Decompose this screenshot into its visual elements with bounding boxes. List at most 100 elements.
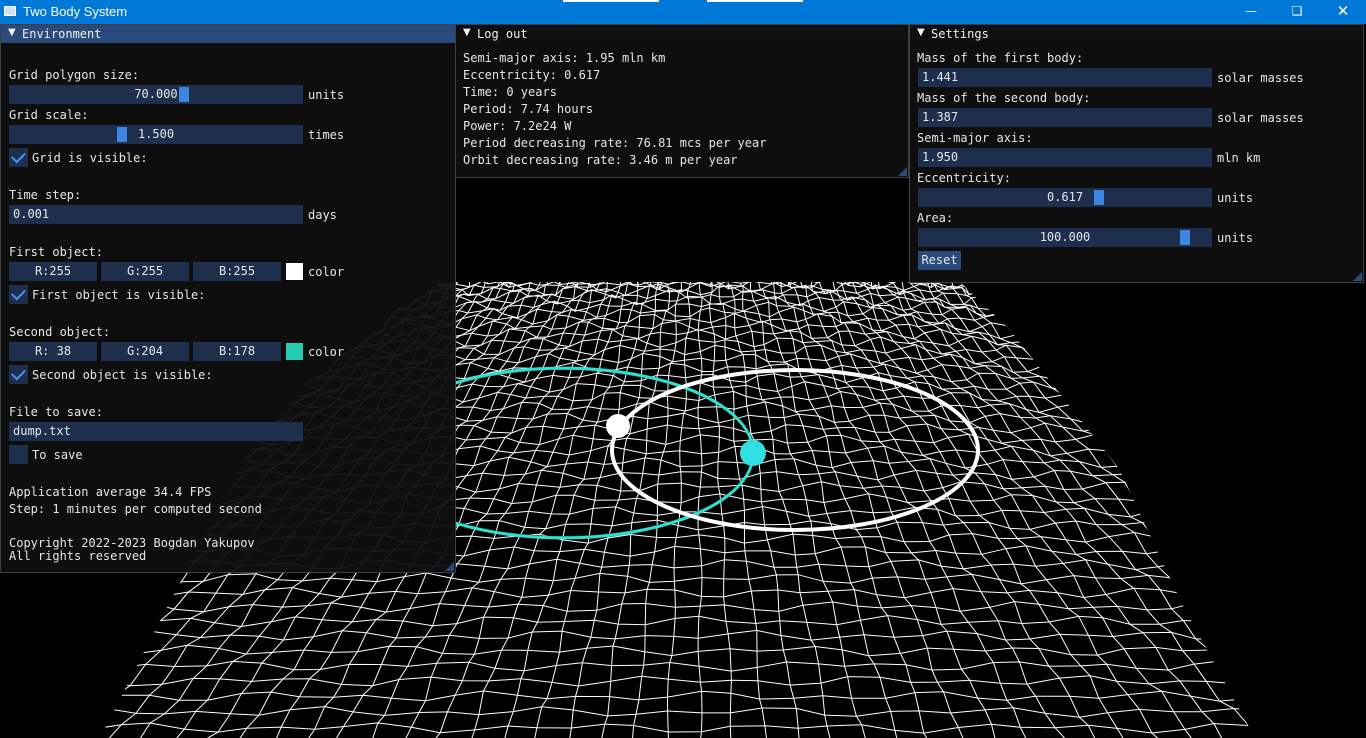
log-line: Power: 7.2e24 W	[463, 119, 572, 133]
to-save-label: To save	[32, 448, 83, 462]
first-object-color-label: color	[308, 265, 345, 279]
first-object-g-input[interactable]: G:255	[101, 262, 189, 281]
grid-line	[100, 722, 1255, 734]
log-line: Eccentricity: 0.617	[463, 68, 601, 82]
app-icon	[4, 6, 16, 16]
time-step-label: Time step:	[9, 188, 82, 202]
eccentricity-slider[interactable]: 0.617	[918, 188, 1212, 207]
eccentricity-unit: units	[1217, 191, 1254, 205]
first-object-r-value: R:255	[34, 264, 72, 278]
resize-grip[interactable]	[898, 167, 907, 176]
second-object-b-input[interactable]: B:178	[193, 342, 281, 361]
first-body-orbit	[610, 368, 980, 532]
step-text: Step: 1 minutes per computed second	[9, 502, 262, 516]
semi-major-axis-input[interactable]: 1.950	[918, 148, 1212, 167]
checkmark-icon	[11, 285, 26, 301]
second-object-b-value: B:178	[218, 344, 256, 358]
mass-second-unit: solar masses	[1217, 111, 1304, 125]
slider-grab[interactable]	[1093, 190, 1104, 205]
time-step-input[interactable]: 0.001	[9, 205, 303, 224]
copyright-text: Copyright 2022-2023 Bogdan Yakupov	[9, 536, 255, 550]
log-panel: ▼ Log out Semi-major axis: 1.95 mln km E…	[455, 24, 909, 178]
second-object-visible-checkbox[interactable]	[9, 365, 28, 384]
collapse-arrow-icon[interactable]: ▼	[917, 27, 925, 38]
grid-scale-slider[interactable]: 1.500	[9, 125, 303, 144]
log-panel-header[interactable]: ▼ Log out	[456, 25, 908, 43]
slider-grab[interactable]	[117, 127, 128, 142]
settings-panel-header[interactable]: ▼ Settings	[910, 25, 1363, 43]
first-body[interactable]	[606, 414, 630, 438]
log-line: Period: 7.74 hours	[463, 102, 594, 116]
time-step-unit: days	[308, 208, 337, 222]
eccentricity-label: Eccentricity:	[917, 171, 1011, 185]
second-object-color-swatch[interactable]	[286, 343, 303, 360]
grid-scale-label: Grid scale:	[9, 108, 89, 122]
semi-major-axis-label: Semi-major axis:	[917, 131, 1033, 145]
file-to-save-input[interactable]: dump.txt	[9, 422, 303, 441]
grid-line	[100, 601, 1255, 613]
minimize-button[interactable]: —	[1228, 0, 1274, 24]
grid-line	[100, 629, 1255, 642]
grid-line	[495, 282, 639, 738]
grid-line	[100, 674, 1255, 687]
maximize-button[interactable]: ❏	[1274, 0, 1320, 24]
resize-grip[interactable]	[1353, 272, 1362, 281]
window-title: Two Body System	[23, 4, 128, 19]
second-body[interactable]	[740, 440, 766, 466]
second-object-r-value: R: 38	[34, 344, 72, 358]
second-object-r-input[interactable]: R: 38	[9, 342, 97, 361]
reset-button-label: Reset	[921, 253, 958, 267]
slider-grab[interactable]	[179, 87, 189, 102]
grid-line	[769, 282, 937, 738]
fps-text: Application average 34.4 FPS	[9, 485, 212, 499]
collapse-arrow-icon[interactable]: ▼	[463, 27, 471, 38]
first-object-visible-checkbox[interactable]	[9, 285, 28, 304]
rights-text: All rights reserved	[9, 549, 147, 563]
collapse-arrow-icon[interactable]: ▼	[8, 27, 16, 38]
mass-first-input[interactable]: 1.441	[918, 68, 1212, 87]
grid-visible-checkbox[interactable]	[9, 148, 28, 167]
first-object-visible-label: First object is visible:	[32, 288, 206, 302]
grid-polygon-size-value: 70.000	[134, 87, 178, 101]
semi-major-axis-value: 1.950	[922, 150, 959, 164]
grid-line	[920, 282, 1255, 738]
log-line: Period decreasing rate: 76.81 mcs per ye…	[463, 136, 767, 150]
reset-button[interactable]: Reset	[918, 251, 961, 270]
area-label: Area:	[917, 211, 954, 225]
environment-panel-title: Environment	[22, 27, 102, 41]
log-line: Semi-major axis: 1.95 mln km	[463, 51, 666, 65]
grid-scale-unit: times	[308, 128, 345, 142]
grid-line	[900, 282, 1255, 738]
first-object-b-input[interactable]: B:255	[193, 262, 281, 281]
close-button[interactable]: ✕	[1320, 0, 1366, 24]
second-object-g-value: G:204	[126, 344, 164, 358]
second-object-g-input[interactable]: G:204	[101, 342, 189, 361]
grid-line	[757, 282, 903, 738]
first-object-color-swatch[interactable]	[286, 263, 303, 280]
window-title-bar: Two Body System — ❏ ✕	[0, 0, 1366, 24]
environment-panel-header[interactable]: ▼ Environment	[1, 25, 455, 43]
mass-first-value: 1.441	[922, 70, 959, 84]
checkmark-icon	[11, 365, 26, 381]
slider-grab[interactable]	[1180, 230, 1191, 245]
eccentricity-value: 0.617	[1046, 190, 1084, 204]
to-save-checkbox[interactable]	[9, 445, 28, 464]
area-slider[interactable]: 100.000	[918, 228, 1212, 247]
mass-second-input[interactable]: 1.387	[918, 108, 1212, 127]
settings-panel-title: Settings	[931, 27, 989, 41]
area-unit: units	[1217, 231, 1254, 245]
grid-line	[390, 313, 1011, 325]
grid-line	[100, 690, 1255, 703]
log-line: Time: 0 years	[463, 85, 557, 99]
grid-line	[749, 282, 872, 738]
grid-polygon-size-unit: units	[308, 88, 345, 102]
grid-polygon-size-slider[interactable]: 70.000	[9, 85, 303, 104]
log-panel-title: Log out	[477, 27, 528, 41]
resize-grip[interactable]	[445, 562, 454, 571]
mass-second-label: Mass of the second body:	[917, 91, 1091, 105]
log-line: Orbit decreasing rate: 3.46 m per year	[463, 153, 738, 167]
area-value: 100.000	[1039, 230, 1091, 244]
first-object-r-input[interactable]: R:255	[9, 262, 97, 281]
mass-first-label: Mass of the first body:	[917, 51, 1084, 65]
first-object-g-value: G:255	[126, 264, 164, 278]
